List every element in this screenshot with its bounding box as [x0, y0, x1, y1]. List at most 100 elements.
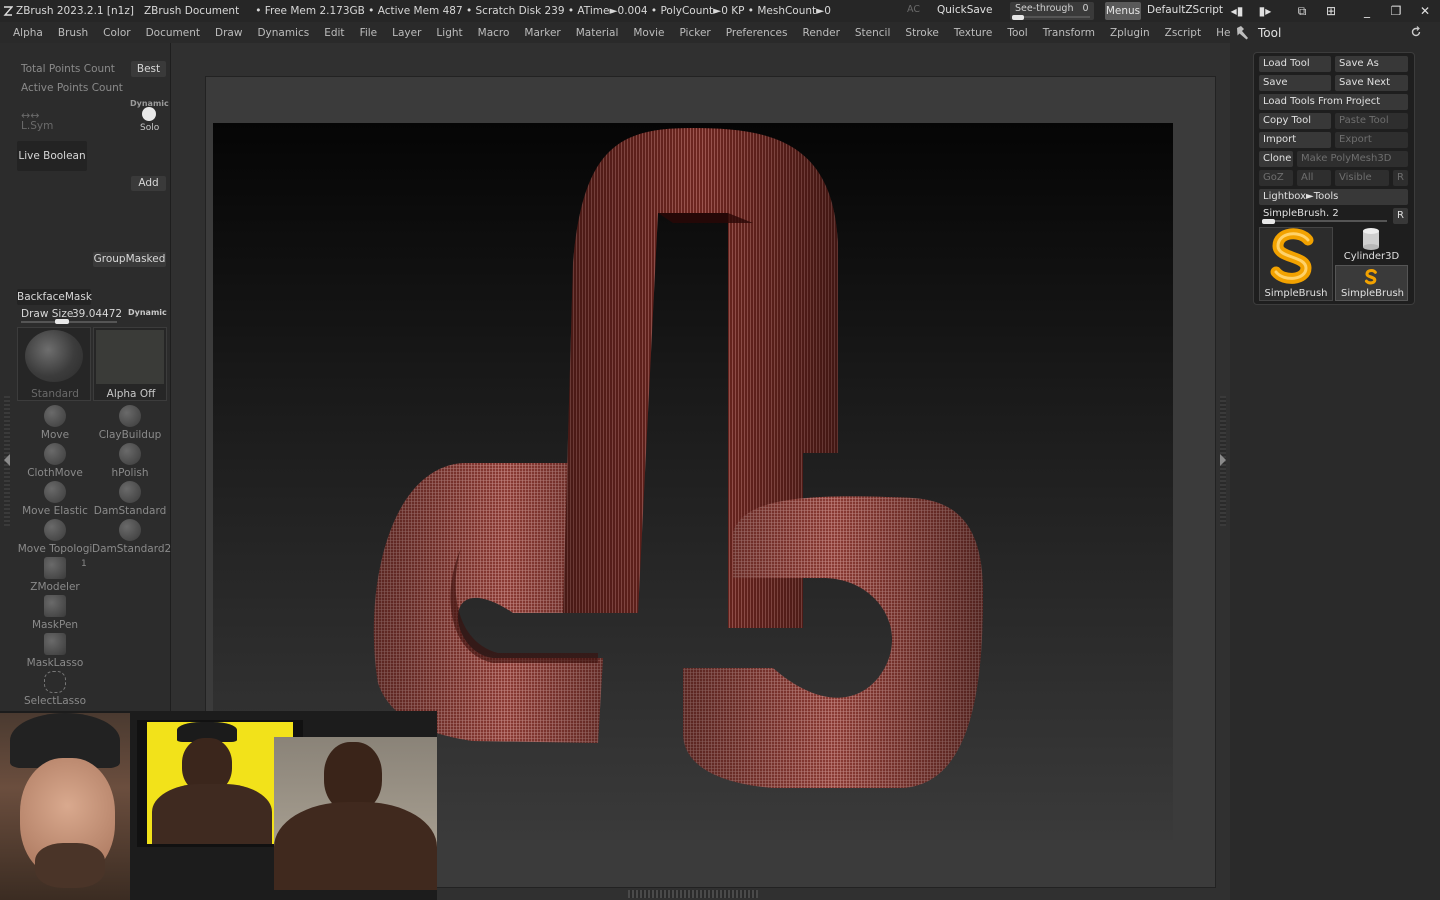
lightbox-tools-button[interactable]: Lightbox►Tools	[1259, 189, 1408, 205]
tool-thumb-simplebrush-main[interactable]: SimpleBrush	[1259, 227, 1333, 301]
menu-stencil[interactable]: Stencil	[855, 27, 891, 39]
menu-material[interactable]: Material	[576, 27, 619, 39]
right-tray-arrow-icon[interactable]	[1220, 454, 1226, 466]
menu-tool[interactable]: Tool	[1007, 27, 1027, 39]
menu-macro[interactable]: Macro	[478, 27, 510, 39]
menu-document[interactable]: Document	[146, 27, 200, 39]
draw-size-knob[interactable]	[55, 319, 69, 324]
paste-tool-button[interactable]: Paste Tool	[1335, 113, 1408, 129]
brush-selectlasso[interactable]: SelectLasso	[17, 671, 93, 707]
brush-clothmove[interactable]: ClothMove	[17, 443, 93, 479]
menu-picker[interactable]: Picker	[679, 27, 710, 39]
draw-size-slider[interactable]	[21, 321, 117, 323]
brush-label: Move Elastic	[22, 505, 88, 517]
menu-light[interactable]: Light	[436, 27, 462, 39]
goz-button[interactable]: GoZ	[1259, 170, 1293, 186]
tool-thumb-simplebrush-small[interactable]: SimpleBrush	[1335, 265, 1408, 301]
reset-icon[interactable]	[1410, 26, 1422, 38]
brush-move[interactable]: Move	[17, 405, 93, 441]
minimize-icon[interactable]: _	[1358, 3, 1376, 19]
move-topological-brush-icon	[44, 519, 66, 541]
menu-draw[interactable]: Draw	[215, 27, 242, 39]
save-button[interactable]: Save	[1259, 75, 1331, 91]
see-through-track	[1014, 16, 1090, 18]
save-next-button[interactable]: Save Next	[1335, 75, 1408, 91]
menu-texture[interactable]: Texture	[954, 27, 992, 39]
simplebrush-slider[interactable]: SimpleBrush. 2	[1259, 207, 1387, 224]
maskpen-icon	[44, 595, 66, 617]
import-button[interactable]: Import	[1259, 132, 1331, 148]
draw-size-dynamic[interactable]: Dynamic	[128, 308, 167, 317]
hpolish-brush-icon	[119, 443, 141, 465]
backface-mask-button[interactable]: BackfaceMask	[17, 289, 92, 305]
simplebrush-r-button[interactable]: R	[1393, 208, 1408, 224]
tool-palette-header[interactable]: Tool	[1230, 22, 1440, 43]
menu-stroke[interactable]: Stroke	[905, 27, 938, 39]
brush-claybuildup[interactable]: ClayBuildup	[92, 405, 168, 441]
clone-button[interactable]: Clone	[1259, 151, 1293, 167]
selectlasso-icon	[44, 671, 66, 693]
load-tool-button[interactable]: Load Tool	[1259, 56, 1331, 72]
draw-size-value[interactable]: 39.04472	[72, 308, 122, 320]
goz-all-button[interactable]: All	[1297, 170, 1331, 186]
export-button[interactable]: Export	[1335, 132, 1408, 148]
brush-damstandard2[interactable]: DamStandard2	[92, 519, 171, 555]
best-button[interactable]: Best	[131, 61, 166, 77]
see-through-slider[interactable]: See-through 0	[1010, 2, 1094, 20]
menu-layer[interactable]: Layer	[392, 27, 421, 39]
main-menu-bar: Alpha Brush Color Document Draw Dynamics…	[0, 22, 1240, 43]
save-as-button[interactable]: Save As	[1335, 56, 1408, 72]
make-polymesh3d-button[interactable]: Make PolyMesh3D	[1297, 151, 1408, 167]
bottom-tray-grip[interactable]	[628, 890, 758, 898]
menu-movie[interactable]: Movie	[633, 27, 664, 39]
simplebrush-slider-label: SimpleBrush. 2	[1263, 208, 1339, 219]
brush-hpolish[interactable]: hPolish	[92, 443, 168, 479]
standard-brush-label: Standard	[31, 388, 79, 400]
menu-zscript[interactable]: Zscript	[1165, 27, 1201, 39]
close-icon[interactable]: ✕	[1416, 3, 1434, 19]
menu-brush[interactable]: Brush	[58, 27, 88, 39]
menu-marker[interactable]: Marker	[524, 27, 560, 39]
layout-left-icon[interactable]: ◂▮	[1228, 3, 1246, 19]
live-boolean-button[interactable]: Live Boolean	[17, 141, 87, 171]
simplebrush-s-icon	[1270, 228, 1314, 284]
brush-masklasso[interactable]: MaskLasso	[17, 633, 93, 669]
menu-color[interactable]: Color	[103, 27, 130, 39]
brush-label: hPolish	[111, 467, 149, 479]
add-button[interactable]: Add	[131, 176, 166, 191]
standard-brush-slot[interactable]: Standard	[17, 327, 91, 401]
menu-file[interactable]: File	[360, 27, 378, 39]
copy-tool-button[interactable]: Copy Tool	[1259, 113, 1331, 129]
see-through-knob[interactable]	[1012, 15, 1024, 20]
ui-layout-icon[interactable]: ⊞	[1322, 3, 1340, 19]
brush-move-elastic[interactable]: Move Elastic	[17, 481, 93, 517]
quicksave-button[interactable]: QuickSave	[937, 4, 992, 16]
menu-dynamics[interactable]: Dynamics	[257, 27, 309, 39]
brush-move-topological[interactable]: Move Topologi	[17, 519, 93, 555]
goz-visible-button[interactable]: Visible	[1335, 170, 1389, 186]
menus-toggle-button[interactable]: Menus	[1105, 2, 1141, 20]
brush-maskpen[interactable]: MaskPen	[17, 595, 93, 631]
menu-alpha[interactable]: Alpha	[13, 27, 43, 39]
load-tools-from-project-button[interactable]: Load Tools From Project	[1259, 94, 1408, 110]
tool-thumb-cylinder3d[interactable]: Cylinder3D	[1335, 227, 1408, 264]
simplebrush-slider-knob[interactable]	[1262, 219, 1275, 224]
lsym-button[interactable]: L.Sym	[21, 120, 53, 132]
layout-right-icon[interactable]: ▮▸	[1256, 3, 1274, 19]
see-through-label: See-through	[1015, 3, 1074, 14]
brush-damstandard[interactable]: DamStandard	[92, 481, 168, 517]
alpha-slot[interactable]: Alpha Off	[93, 327, 167, 401]
solo-toggle-knob[interactable]	[142, 107, 156, 121]
left-tray-arrow-icon[interactable]	[4, 454, 10, 466]
goz-r-button[interactable]: R	[1393, 170, 1408, 186]
groupmasked-button[interactable]: GroupMasked	[93, 252, 166, 267]
menu-transform[interactable]: Transform	[1043, 27, 1095, 39]
menu-preferences[interactable]: Preferences	[726, 27, 788, 39]
menu-render[interactable]: Render	[803, 27, 840, 39]
ac-label[interactable]: AC	[907, 4, 920, 15]
menu-edit[interactable]: Edit	[324, 27, 344, 39]
menu-zplugin[interactable]: Zplugin	[1110, 27, 1150, 39]
swap-layout-icon[interactable]: ⧉	[1293, 3, 1311, 19]
default-zscript-button[interactable]: DefaultZScript	[1147, 4, 1223, 16]
maximize-icon[interactable]: ❐	[1387, 3, 1405, 19]
